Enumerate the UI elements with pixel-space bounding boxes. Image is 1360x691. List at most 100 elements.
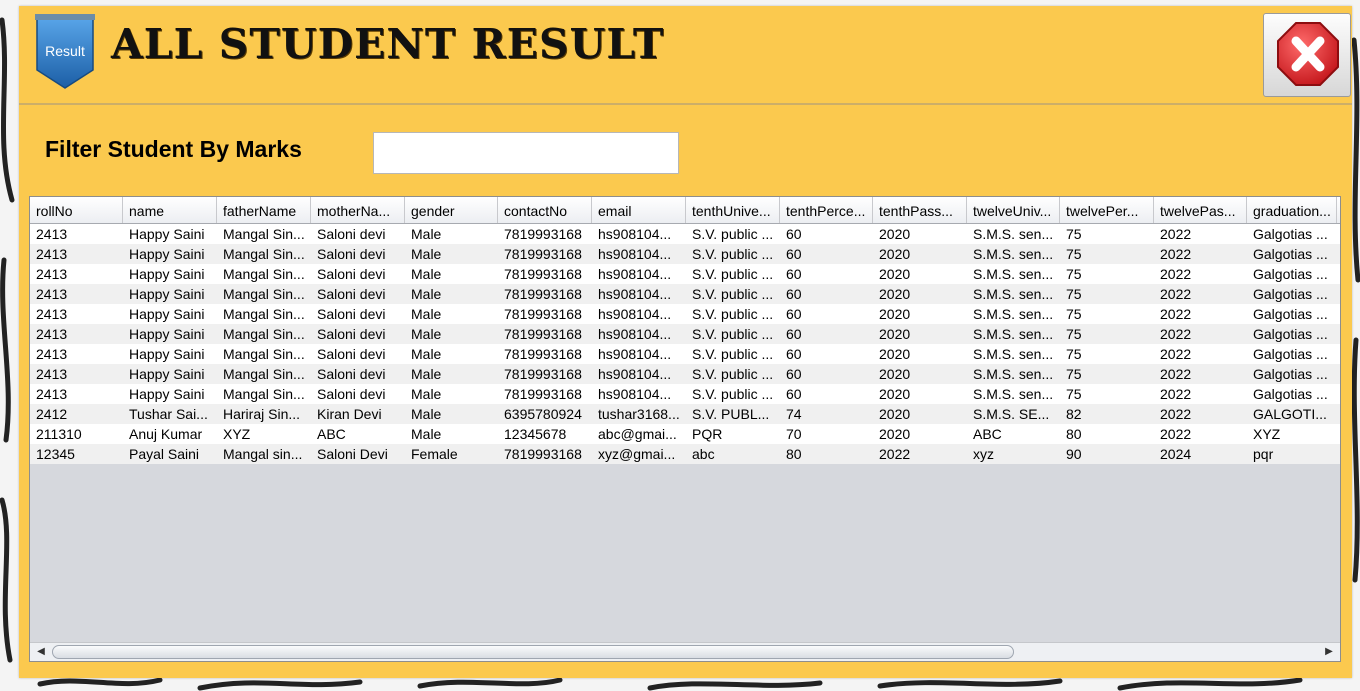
table-cell: 7819993168 — [504, 286, 582, 302]
table-row[interactable]: 2413 Happy Saini Mangal Sin... Saloni devi M… — [30, 344, 1340, 364]
table-cell: pqr — [1253, 446, 1274, 462]
table-cell: Happy Saini — [129, 386, 205, 402]
table-cell: 2022 — [1160, 426, 1192, 442]
table-cell: Mangal Sin... — [223, 246, 305, 262]
table-row[interactable]: 2413 Happy Saini Mangal Sin... Saloni devi M… — [30, 264, 1340, 284]
table-cell: 2020 — [879, 366, 911, 382]
table-cell: 2022 — [1160, 326, 1192, 342]
table-cell: 75 — [1066, 366, 1082, 382]
table-cell: Mangal Sin... — [223, 286, 305, 302]
table-cell: 70 — [786, 426, 802, 442]
close-button[interactable] — [1263, 13, 1351, 97]
table-row[interactable]: 2413 Happy Saini Mangal Sin... Saloni devi M… — [30, 364, 1340, 384]
table-cell: 2022 — [1160, 286, 1192, 302]
filter-marks-input[interactable] — [373, 132, 679, 174]
table-cell: Male — [411, 346, 442, 362]
table-row[interactable]: 2413 Happy Saini Mangal Sin... Saloni devi M… — [30, 304, 1340, 324]
table-cell: hs908104... — [598, 346, 672, 362]
table-cell: S.V. public ... — [692, 346, 774, 362]
table-cell: Happy Saini — [129, 286, 205, 302]
column-header[interactable]: graduation... — [1247, 197, 1337, 223]
table-cell: 75 — [1066, 246, 1082, 262]
table-cell: 2413 — [36, 346, 68, 362]
table-cell: Happy Saini — [129, 246, 205, 262]
table-cell: S.V. public ... — [692, 326, 774, 342]
table-cell: Mangal Sin... — [223, 386, 305, 402]
table-cell: Male — [411, 226, 442, 242]
table-row[interactable]: 2413 Happy Saini Mangal Sin... Saloni devi M… — [30, 244, 1340, 264]
table-cell: hs908104... — [598, 326, 672, 342]
table-cell: Male — [411, 306, 442, 322]
column-header[interactable]: rollNo — [30, 197, 123, 223]
svg-text:Result: Result — [45, 43, 85, 59]
scroll-left-arrow-icon[interactable]: ◀ — [32, 643, 50, 661]
table-cell: Mangal Sin... — [223, 266, 305, 282]
table-cell: 80 — [786, 446, 802, 462]
table-row[interactable]: 2413 Happy Saini Mangal Sin... Saloni devi M… — [30, 224, 1340, 244]
table-cell: PQR — [692, 426, 723, 442]
table-cell: 75 — [1066, 226, 1082, 242]
table-cell: S.V. public ... — [692, 286, 774, 302]
table-row[interactable]: 12345 Payal Saini Mangal sin... Saloni Devi… — [30, 444, 1340, 464]
student-result-table[interactable]: rollNo name fatherName motherNa... gender con… — [29, 196, 1341, 662]
column-header[interactable]: tenthPass... — [873, 197, 967, 223]
table-cell: hs908104... — [598, 286, 672, 302]
table-cell: Saloni devi — [317, 346, 386, 362]
table-cell: ABC — [973, 426, 1002, 442]
column-header[interactable]: tenthPerce... — [780, 197, 873, 223]
column-header[interactable]: email — [592, 197, 686, 223]
column-header[interactable]: fatherName — [217, 197, 311, 223]
table-cell: Galgotias ... — [1253, 266, 1328, 282]
table-cell: XYZ — [1253, 426, 1281, 442]
table-cell: 60 — [786, 226, 802, 242]
table-cell: S.M.S. sen... — [973, 226, 1054, 242]
table-cell: Mangal Sin... — [223, 306, 305, 322]
table-row[interactable]: 2413 Happy Saini Mangal Sin... Saloni devi M… — [30, 324, 1340, 344]
table-cell: Happy Saini — [129, 306, 205, 322]
table-cell: S.M.S. sen... — [973, 286, 1054, 302]
table-cell: Male — [411, 386, 442, 402]
table-cell: 60 — [786, 366, 802, 382]
table-cell: 75 — [1066, 266, 1082, 282]
table-cell: S.V. public ... — [692, 226, 774, 242]
table-cell: 2412 — [36, 406, 68, 422]
table-cell: 60 — [786, 346, 802, 362]
table-cell: 7819993168 — [504, 226, 582, 242]
table-cell: 7819993168 — [504, 326, 582, 342]
table-cell: 2020 — [879, 266, 911, 282]
table-cell: abc@gmai... — [598, 426, 677, 442]
table-row[interactable]: 2412 Tushar Sai... Hariraj Sin... Kiran Dev… — [30, 404, 1340, 424]
table-cell: 2413 — [36, 286, 68, 302]
column-header[interactable]: twelvePer... — [1060, 197, 1154, 223]
table-cell: S.V. public ... — [692, 366, 774, 382]
column-header[interactable]: contactNo — [498, 197, 592, 223]
column-header[interactable]: twelveUniv... — [967, 197, 1060, 223]
column-header[interactable]: tenthUnive... — [686, 197, 780, 223]
table-row[interactable]: 2413 Happy Saini Mangal Sin... Saloni devi M… — [30, 284, 1340, 304]
table-cell: Happy Saini — [129, 346, 205, 362]
table-cell: 2413 — [36, 226, 68, 242]
table-header: rollNo name fatherName motherNa... gender con… — [30, 197, 1340, 224]
table-cell: 2020 — [879, 426, 911, 442]
scrollbar-thumb[interactable] — [52, 645, 1014, 659]
scroll-right-arrow-icon[interactable]: ▶ — [1320, 643, 1338, 661]
table-cell: 75 — [1066, 286, 1082, 302]
table-cell: Saloni devi — [317, 386, 386, 402]
column-header[interactable]: name — [123, 197, 217, 223]
table-cell: 2022 — [1160, 366, 1192, 382]
table-cell: 7819993168 — [504, 366, 582, 382]
table-cell: 7819993168 — [504, 446, 582, 462]
table-row[interactable]: 2413 Happy Saini Mangal Sin... Saloni devi M… — [30, 384, 1340, 404]
column-header[interactable]: twelvePas... — [1154, 197, 1247, 223]
table-cell: Galgotias ... — [1253, 386, 1328, 402]
column-header[interactable]: motherNa... — [311, 197, 405, 223]
table-cell: S.M.S. sen... — [973, 246, 1054, 262]
result-window: Result ALL STUDENT RESULT Filter Student… — [19, 6, 1352, 678]
table-cell: xyz@gmai... — [598, 446, 676, 462]
table-row[interactable]: 211310 Anuj Kumar XYZ ABC Male 12345678 abc@gm… — [30, 424, 1340, 444]
column-header[interactable]: gender — [405, 197, 498, 223]
horizontal-scrollbar[interactable]: ◀ ▶ — [30, 642, 1340, 661]
table-cell: S.V. public ... — [692, 246, 774, 262]
table-cell: Male — [411, 406, 442, 422]
table-cell: Galgotias ... — [1253, 246, 1328, 262]
